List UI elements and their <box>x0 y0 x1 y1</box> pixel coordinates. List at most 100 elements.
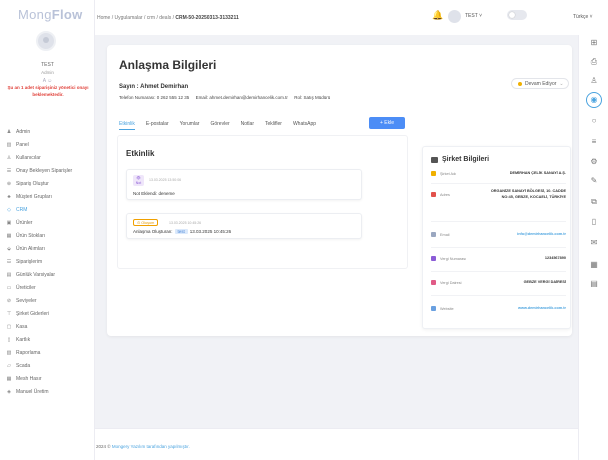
create-order-icon: ⊕ <box>6 180 12 187</box>
document-icon[interactable]: ▤ <box>588 278 600 290</box>
sidebar-item[interactable]: ▯ Kartlık <box>0 333 95 346</box>
tab[interactable]: Teklifler <box>265 118 282 130</box>
company-row: Adres ORGANİZE SANAYİ BÖLGESİ, 10. CADDE … <box>431 189 566 200</box>
cash-icon: ▢ <box>6 323 12 330</box>
sidebar-item[interactable]: ▢ Kasa <box>0 320 95 333</box>
activity-panel: Etkinlik 👁 Not 13.03.2025 13:50:06 Not E… <box>117 135 408 269</box>
producers-icon: ▭ <box>6 284 12 291</box>
circle-icon[interactable]: ○ <box>588 115 600 127</box>
company-row: Website www.demirhancelik.com.tr <box>431 306 566 312</box>
sidebar-item[interactable]: ▭ Üreticiler <box>0 281 95 294</box>
activity-item: ⊙ Oluşum 13.03.2025 10:45:26 Anlaşma Olu… <box>126 213 362 239</box>
eye-icon[interactable]: ◉ <box>586 92 602 108</box>
bell-icon[interactable]: 🔔 <box>432 10 443 22</box>
scada-icon: ▱ <box>7 362 11 369</box>
divider <box>431 247 566 248</box>
sidebar-item-label: Seviyeler <box>16 297 37 304</box>
deal-tabs: Etkinlik E-postalar Yorumlar Görevler Notlar… <box>119 117 327 131</box>
status-dot-icon <box>518 81 522 86</box>
sidebar-item[interactable]: ⊘ Seviyeler <box>0 294 95 307</box>
sidebar-item[interactable]: ♣ Müşteri Grupları <box>0 190 95 203</box>
sidebar-item-label: Onay Bekleyen Siparişler <box>16 167 73 174</box>
sidebar-item[interactable]: ◈ Manuel Üretim <box>0 385 95 398</box>
sidebar-item[interactable]: ◇ CRM <box>0 203 95 216</box>
manual-production-icon: ◈ <box>7 388 11 395</box>
company-row-label-text: Adres <box>440 192 450 197</box>
edit-icon[interactable]: ✎ <box>588 175 600 187</box>
sidebar-item[interactable]: ⊕ Sipariş Oluştur <box>0 177 95 190</box>
company-row-label: Şirket Adı <box>431 171 456 177</box>
company-row-value: DEMİRHAN ÇELİK SANAYİ A.Ş. <box>509 171 566 175</box>
copy-icon[interactable]: ⧉ <box>588 196 600 208</box>
divider <box>431 183 566 184</box>
sidebar-item-label: CRM <box>16 206 28 213</box>
sidebar-item-label: Ürün Alımları <box>16 245 45 252</box>
pending-orders-notice[interactable]: Şu an 1 adet siparişiniz yönetici onayı … <box>2 85 94 98</box>
calendar-icon[interactable]: ▦ <box>588 259 600 271</box>
tab[interactable]: WhatsApp <box>293 118 316 130</box>
company-info-card: Şirket Bilgileri Şirket Adı DEMİRHAN ÇELİ… <box>422 146 571 329</box>
panel-icon: ▥ <box>6 141 12 148</box>
sidebar-item[interactable]: ⊤ Şirket Giderleri <box>0 307 95 320</box>
print-icon[interactable]: ⎙ <box>588 56 600 68</box>
sidebar-item[interactable]: ▦ Ürün Stokları <box>0 229 95 242</box>
sidebar-item[interactable]: ▱ Scada <box>0 359 95 372</box>
user-avatar[interactable] <box>36 31 56 51</box>
crm-icon: ◇ <box>7 206 11 213</box>
company-row-value: 1234567890 <box>544 256 566 260</box>
products-icon: ▣ <box>6 219 12 226</box>
sidebar-item[interactable]: ♟ Admin <box>0 125 95 138</box>
sidebar-item[interactable]: ▧ Raporlama <box>0 346 95 359</box>
company-row-value[interactable]: info@demirhancelik.com.tr <box>517 232 566 238</box>
mail-icon[interactable]: ✉ <box>588 237 600 249</box>
company-row-icon <box>431 256 436 262</box>
sidebar-item[interactable]: ☲ Siparişlerim <box>0 255 95 268</box>
user-menu[interactable]: TEST ˅ <box>448 8 498 24</box>
chevron-down-icon: ⌄ <box>559 80 564 87</box>
company-row: Vergi Dairesi GEBZE VERGİ DAİRESİ <box>431 280 566 286</box>
users-icon: ♙ <box>6 154 12 161</box>
company-row-icon <box>431 280 436 286</box>
grid-icon[interactable]: ⊞ <box>588 37 600 49</box>
tab[interactable]: Görevler <box>210 118 229 130</box>
language-select[interactable]: Türkçe ˅ <box>573 14 593 20</box>
sidebar-menu: ♟ Admin ▥ Panel ♙ Kullanıcılar ☰ Onay Bekleyen … <box>0 125 95 398</box>
tab[interactable]: E-postalar <box>146 118 169 130</box>
status-dropdown[interactable]: Devam Ediyor ⌄ <box>511 78 569 89</box>
user-icon[interactable]: ♙ <box>588 75 600 87</box>
pending-orders-icon: ☰ <box>6 167 12 174</box>
admin-icon: ♟ <box>6 128 12 135</box>
sidebar-item[interactable]: ⬙ Ürün Alımları <box>0 242 95 255</box>
list-icon[interactable]: ≡ <box>588 136 600 148</box>
divider <box>431 295 566 296</box>
theme-toggle[interactable] <box>507 10 527 20</box>
sidebar-item-label: Siparişlerim <box>16 258 43 265</box>
add-button[interactable]: + Ekle <box>369 117 405 129</box>
company-row-label: Adres <box>431 192 450 197</box>
sidebar-item-label: Ürünler <box>16 219 33 226</box>
sidebar-item[interactable]: ▤ Günlük Varsiyalar <box>0 268 95 281</box>
sidebar-item[interactable]: ☰ Onay Bekleyen Siparişler <box>0 164 95 177</box>
right-icon-bar: ⊞ ⎙ ♙ ◉ ○ ≡ ⚙ ✎ ⧉ ▯ ✉ ▦ ▤ <box>578 35 608 460</box>
tab[interactable]: Etkinlik <box>119 118 135 130</box>
user-tag[interactable]: test <box>174 229 188 234</box>
company-row-value[interactable]: www.demirhancelik.com.tr <box>518 306 566 312</box>
breadcrumb-path[interactable]: Home / Uygulamalar / crm / deals / <box>97 15 175 21</box>
contact-role: Rol: Satış Müdürü <box>294 95 331 100</box>
footer-brand-link[interactable]: Mongery Yazılım tarafından yapılmıştır. <box>112 444 190 449</box>
sidebar-item[interactable]: ♙ Kullanıcılar <box>0 151 95 164</box>
app-logo[interactable]: MongFlow <box>18 7 83 22</box>
settings-icon[interactable]: ⚙ <box>588 156 600 168</box>
sidebar-item[interactable]: ▣ Ürünler <box>0 216 95 229</box>
activity-time: 13.03.2025 13:50:06 <box>149 178 182 182</box>
sidebar-item[interactable]: ▥ Panel <box>0 138 95 151</box>
breadcrumb-current: CRM-50-20250313-3133211 <box>175 15 239 21</box>
user-name: TEST <box>41 62 54 68</box>
status-label: Devam Ediyor <box>525 80 557 87</box>
card-icon: ▯ <box>7 336 11 343</box>
mobile-icon[interactable]: ▯ <box>588 216 600 228</box>
sidebar-item[interactable]: ▦ Mesh Hasır <box>0 372 95 385</box>
tab[interactable]: Yorumlar <box>180 118 200 130</box>
contact-email[interactable]: Email: ahmet.demirhan@demirhancelik.com.… <box>196 95 288 100</box>
tab[interactable]: Notlar <box>241 118 254 130</box>
